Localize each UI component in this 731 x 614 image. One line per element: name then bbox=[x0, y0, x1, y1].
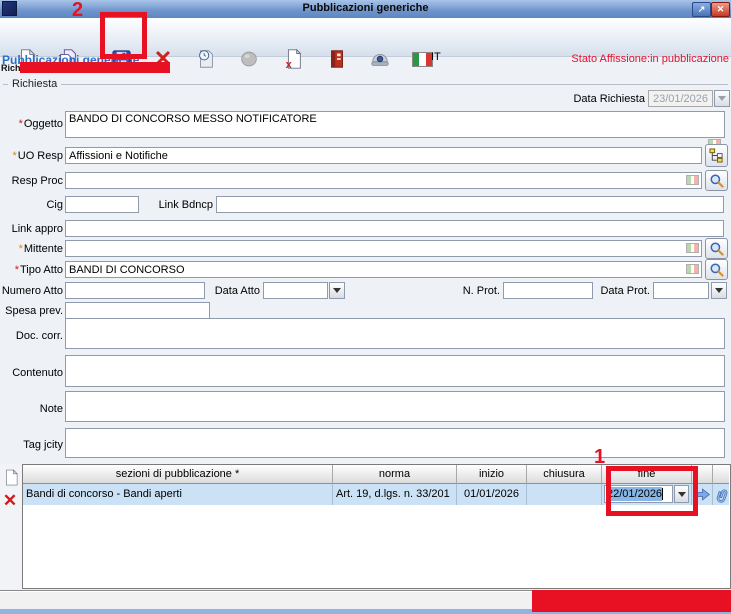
cell-chiusura[interactable] bbox=[527, 484, 602, 505]
add-row-button[interactable] bbox=[2, 467, 20, 487]
archive-button[interactable] bbox=[324, 45, 350, 73]
status-affissione: Stato Affissione:in pubblicazione bbox=[571, 53, 729, 65]
tipo-atto-flag-icon[interactable] bbox=[686, 264, 699, 274]
link-appro-label: Link appro bbox=[0, 223, 63, 235]
app-window: Pubblicazioni generiche ↗ ✕ bbox=[0, 0, 731, 614]
contenuto-label: Contenuto bbox=[0, 367, 63, 379]
header-norma: norma bbox=[333, 465, 457, 484]
tipo-atto-label: *Tipo Atto bbox=[0, 264, 63, 276]
annotation-number-2: 2 bbox=[72, 0, 83, 22]
annotation-box-save bbox=[100, 12, 147, 59]
annotation-redaction-statusbar bbox=[532, 590, 731, 612]
cell-norma[interactable]: Art. 19, d.lgs. n. 33/201 bbox=[333, 484, 457, 505]
resp-proc-label: Resp Proc bbox=[0, 175, 63, 187]
search-icon bbox=[709, 173, 724, 188]
tipo-atto-search-button[interactable] bbox=[705, 259, 728, 280]
mittente-input[interactable] bbox=[65, 240, 702, 257]
data-atto-label: Data Atto bbox=[210, 285, 260, 297]
note-textarea[interactable] bbox=[65, 391, 725, 422]
maximize-button[interactable]: ↗ bbox=[692, 2, 711, 17]
contenuto-textarea[interactable] bbox=[65, 355, 725, 387]
uo-resp-label: *UO Resp bbox=[0, 150, 63, 162]
italy-flag-icon bbox=[412, 52, 433, 67]
cig-label: Cig bbox=[0, 199, 63, 211]
tag-jcity-label: Tag jcity bbox=[0, 439, 63, 451]
chevron-down-icon bbox=[718, 96, 726, 101]
data-richiesta-input bbox=[648, 90, 713, 107]
link-bdncp-input[interactable] bbox=[216, 196, 724, 213]
oggetto-label: *Oggetto bbox=[0, 118, 63, 130]
uo-resp-input[interactable] bbox=[65, 147, 702, 164]
svg-text:x: x bbox=[286, 59, 293, 70]
data-prot-label: Data Prot. bbox=[598, 285, 650, 297]
search-icon bbox=[709, 262, 724, 277]
annotation-number-1: 1 bbox=[594, 446, 605, 469]
doc-corr-textarea[interactable] bbox=[65, 318, 725, 349]
header-inizio: inizio bbox=[457, 465, 527, 484]
oggetto-textarea[interactable]: BANDO DI CONCORSO MESSO NOTIFICATORE bbox=[65, 111, 725, 138]
new-row-icon bbox=[4, 469, 19, 486]
doc-corr-label: Doc. corr. bbox=[0, 330, 63, 342]
resp-proc-search-button[interactable] bbox=[705, 170, 728, 191]
camera-dome-icon bbox=[369, 48, 391, 70]
close-button[interactable]: ✕ bbox=[711, 2, 730, 17]
resp-proc-flag-icon[interactable] bbox=[686, 175, 699, 185]
header-actions-2 bbox=[713, 465, 729, 484]
spesa-prev-input[interactable] bbox=[65, 302, 210, 319]
search-icon bbox=[709, 241, 724, 256]
numero-atto-input[interactable] bbox=[65, 282, 205, 299]
mittente-search-button[interactable] bbox=[705, 238, 728, 259]
note-label: Note bbox=[0, 403, 63, 415]
link-appro-input[interactable] bbox=[65, 220, 724, 237]
data-richiesta-dropdown bbox=[714, 90, 730, 107]
uo-resp-orgchart-button[interactable] bbox=[705, 144, 728, 167]
red-book-icon bbox=[326, 48, 348, 70]
tipo-atto-input[interactable] bbox=[65, 261, 702, 278]
resp-proc-input[interactable] bbox=[65, 172, 702, 189]
document-remove-icon: x bbox=[282, 48, 304, 70]
spesa-prev-label: Spesa prev. bbox=[0, 305, 63, 317]
org-chart-icon bbox=[709, 148, 724, 163]
cell-sezione[interactable]: Bandi di concorso - Bandi aperti bbox=[23, 484, 333, 505]
webcam-button[interactable] bbox=[367, 45, 393, 73]
timestamp-button[interactable] bbox=[193, 45, 219, 73]
header-sezioni: sezioni di pubblicazione * bbox=[23, 465, 333, 484]
mittente-label: *Mittente bbox=[0, 243, 63, 255]
data-prot-input[interactable] bbox=[653, 282, 709, 299]
group-legend: Richiesta bbox=[8, 78, 61, 90]
clock-document-icon bbox=[195, 48, 217, 70]
delete-x-icon: ✕ bbox=[3, 491, 17, 511]
numero-atto-label: Numero Atto bbox=[0, 285, 63, 297]
data-prot-dropdown[interactable] bbox=[711, 282, 727, 299]
data-atto-dropdown[interactable] bbox=[329, 282, 345, 299]
cell-attachment[interactable] bbox=[713, 484, 729, 505]
header-chiusura: chiusura bbox=[527, 465, 602, 484]
remove-document-button[interactable]: x bbox=[280, 45, 306, 73]
annotation-box-fine-date bbox=[606, 466, 698, 516]
n-prot-label: N. Prot. bbox=[440, 285, 500, 297]
chevron-down-icon bbox=[333, 288, 341, 293]
mittente-flag-icon[interactable] bbox=[686, 243, 699, 253]
annotation-redaction-tab bbox=[20, 62, 170, 73]
table-action-gutter: ✕ bbox=[0, 464, 22, 589]
tag-jcity-textarea[interactable] bbox=[65, 428, 725, 458]
data-atto-input[interactable] bbox=[263, 282, 328, 299]
cell-inizio[interactable]: 01/01/2026 bbox=[457, 484, 527, 505]
n-prot-input[interactable] bbox=[503, 282, 593, 299]
chevron-down-icon bbox=[715, 288, 723, 293]
stamp-button-disabled bbox=[236, 45, 262, 73]
cig-input[interactable] bbox=[65, 196, 139, 213]
delete-row-button[interactable]: ✕ bbox=[0, 491, 20, 511]
paperclip-icon bbox=[715, 487, 728, 503]
link-bdncp-label: Link Bdncp bbox=[145, 199, 213, 211]
data-richiesta-label: Data Richiesta bbox=[545, 93, 645, 105]
group-border bbox=[3, 84, 728, 85]
language-label: IT bbox=[431, 51, 441, 63]
disabled-blob-icon bbox=[238, 48, 260, 70]
